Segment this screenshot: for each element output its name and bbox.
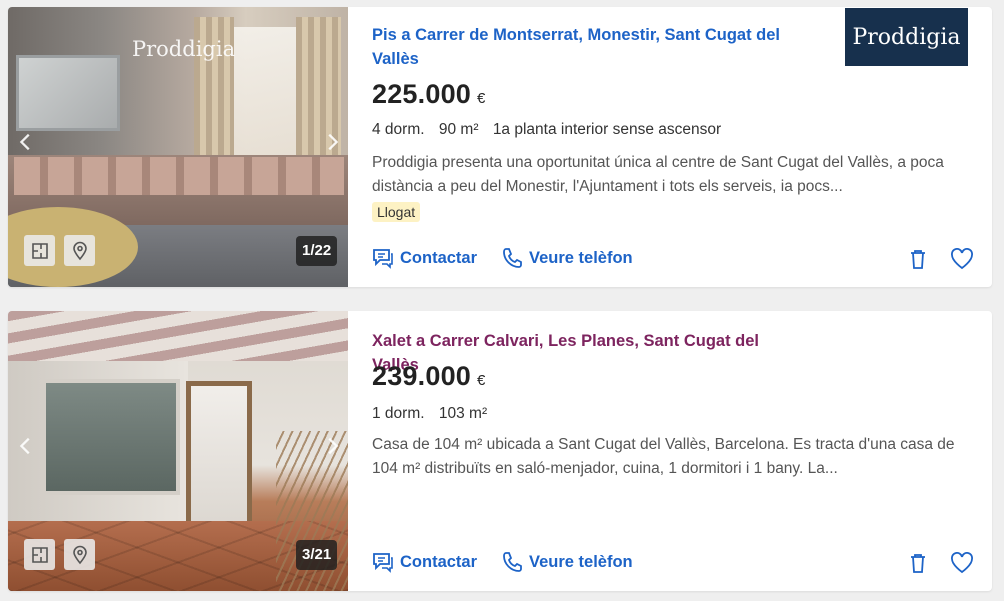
- detail-rooms: 4 dorm.: [372, 121, 425, 138]
- contact-label: Contactar: [400, 552, 478, 571]
- listing-icons: [886, 551, 974, 575]
- show-phone-button[interactable]: Veure telèfon: [501, 551, 633, 573]
- heart-icon[interactable]: [950, 551, 974, 575]
- listing-card[interactable]: 3/21 Xalet a Carrer Calvari, Les Planes,…: [8, 311, 992, 591]
- listing-price: 225.000 €: [372, 79, 486, 110]
- photo-watermark: Proddigia: [132, 37, 236, 61]
- chat-icon: [373, 553, 393, 573]
- phone-label: Veure telèfon: [529, 552, 633, 571]
- detail-size: 103 m²: [438, 405, 488, 422]
- detail-floor: 1a planta interior sense ascensor: [492, 121, 722, 138]
- price-value: 225.000: [372, 79, 471, 109]
- listing-description[interactable]: Proddigia presenta una oportunitat única…: [372, 151, 972, 199]
- phone-label: Veure telèfon: [529, 248, 633, 267]
- map-pin-icon[interactable]: [64, 539, 95, 570]
- listing-title[interactable]: Pis a Carrer de Montserrat, Monestir, Sa…: [372, 23, 802, 71]
- listing-info: Xalet a Carrer Calvari, Les Planes, Sant…: [372, 311, 992, 591]
- price-currency: €: [477, 372, 486, 389]
- status-badge: Llogat: [372, 202, 421, 222]
- price-value: 239.000: [372, 361, 471, 391]
- chevron-left-icon[interactable]: [14, 435, 38, 459]
- trash-icon[interactable]: [906, 247, 930, 271]
- listing-price: 239.000 €: [372, 361, 486, 392]
- detail-rooms: 1 dorm.: [372, 405, 425, 422]
- floorplan-icon[interactable]: [24, 235, 55, 266]
- map-pin-icon[interactable]: [64, 235, 95, 266]
- listing-photo[interactable]: 3/21: [8, 311, 348, 591]
- contact-button[interactable]: Contactar: [372, 551, 477, 573]
- contact-button[interactable]: Contactar: [372, 247, 477, 269]
- listing-photo[interactable]: Proddigia 1/22: [8, 7, 348, 287]
- listing-actions: Contactar Veure telèfon: [372, 247, 657, 269]
- price-currency: €: [477, 90, 486, 107]
- photo-counter: 3/21: [296, 540, 338, 570]
- floorplan-icon[interactable]: [24, 539, 55, 570]
- heart-icon[interactable]: [950, 247, 974, 271]
- agency-logo[interactable]: Proddigia: [845, 8, 968, 66]
- listing-description[interactable]: Casa de 104 m² ubicada a Sant Cugat del …: [372, 433, 972, 481]
- listing-card[interactable]: Proddigia 1/22 Pis a Carrer de Montserra…: [8, 7, 992, 287]
- chevron-right-icon[interactable]: [320, 435, 344, 459]
- listing-info: Pis a Carrer de Montserrat, Monestir, Sa…: [372, 7, 992, 287]
- listing-icons: [886, 247, 974, 271]
- listing-details: 1 dorm. 103 m²: [372, 405, 497, 423]
- detail-size: 90 m²: [438, 121, 479, 138]
- phone-icon: [503, 248, 522, 268]
- contact-label: Contactar: [400, 248, 478, 267]
- trash-icon[interactable]: [906, 551, 930, 575]
- photo-counter: 1/22: [296, 236, 338, 266]
- chevron-right-icon[interactable]: [320, 131, 344, 155]
- listing-details: 4 dorm. 90 m² 1a planta interior sense a…: [372, 121, 731, 139]
- chevron-left-icon[interactable]: [14, 131, 38, 155]
- listing-actions: Contactar Veure telèfon: [372, 551, 657, 573]
- chat-icon: [373, 249, 393, 269]
- show-phone-button[interactable]: Veure telèfon: [501, 247, 633, 269]
- phone-icon: [503, 552, 522, 572]
